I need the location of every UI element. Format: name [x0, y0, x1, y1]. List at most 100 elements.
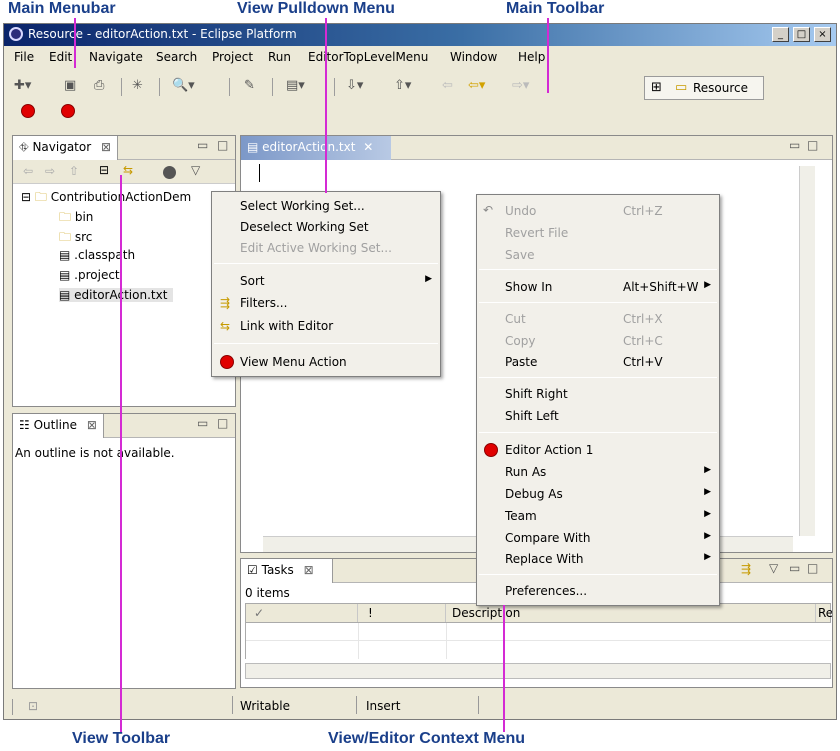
close-icon[interactable]: ⊠	[304, 563, 314, 577]
menu-item-edit-active-working-set[interactable]: Edit Active Working Set...	[212, 238, 440, 258]
open-perspective-icon[interactable]: ⊞	[651, 80, 662, 95]
filter-icon[interactable]: ⇶	[741, 562, 751, 576]
context-item-run-as[interactable]: Run As ▶	[477, 462, 719, 482]
previous-annotation-icon[interactable]: ⇧▾	[394, 78, 411, 93]
filter-icon: ⇶	[220, 296, 231, 310]
menu-window[interactable]: Window	[450, 50, 497, 64]
minimize-view-icon[interactable]: ▭	[197, 416, 208, 430]
tasks-horizontal-scrollbar[interactable]	[245, 663, 831, 679]
menu-help[interactable]: Help	[518, 50, 545, 64]
menu-item-label: Deselect Working Set	[240, 220, 369, 234]
forward-icon[interactable]: ⇨	[45, 164, 55, 178]
context-item-copy[interactable]: Copy Ctrl+C	[477, 331, 719, 351]
back-icon[interactable]: ⇦▾	[468, 78, 485, 93]
context-item-team[interactable]: Team ▶	[477, 506, 719, 526]
next-annotation-icon[interactable]: ⇩▾	[346, 78, 363, 93]
context-item-editor-action[interactable]: Editor Action 1	[477, 440, 719, 460]
context-item-preferences[interactable]: Preferences...	[477, 581, 719, 601]
forward-icon[interactable]: ⇨▾	[512, 78, 529, 93]
context-item-cut[interactable]: Cut Ctrl+X	[477, 309, 719, 329]
back-disabled-icon[interactable]: ⇦	[442, 78, 453, 93]
up-icon[interactable]: ⇧	[69, 164, 79, 178]
fast-view-icon[interactable]: ⊡	[28, 699, 38, 713]
tab-navigator[interactable]: ⛗ Navigator ⊠	[13, 136, 119, 160]
close-icon[interactable]: ✕	[363, 140, 373, 154]
collapse-all-icon[interactable]: ⊟	[99, 163, 109, 177]
status-separator	[356, 696, 357, 714]
print-icon[interactable]: ⎙	[94, 78, 104, 93]
tree-item[interactable]: 🗀 bin	[59, 208, 93, 229]
menu-item-view-menu-action[interactable]: View Menu Action	[212, 352, 440, 372]
action-red-dot-icon[interactable]	[21, 104, 35, 118]
close-button[interactable]: ×	[814, 27, 831, 42]
context-item-compare-with[interactable]: Compare With ▶	[477, 528, 719, 548]
action-red-dot-icon[interactable]	[61, 104, 75, 118]
submenu-arrow-icon: ▶	[704, 280, 711, 290]
tab-editor-action[interactable]: ▤ editorAction.txt ✕	[241, 136, 391, 160]
menu-file[interactable]: File	[14, 50, 34, 64]
menu-item-filters[interactable]: ⇶ Filters...	[212, 293, 440, 313]
context-item-shift-right[interactable]: Shift Right	[477, 384, 719, 404]
status-separator	[232, 696, 233, 714]
context-item-shift-left[interactable]: Shift Left	[477, 406, 719, 426]
close-icon[interactable]: ⊠	[101, 140, 111, 154]
link-editor-icon[interactable]: ⇆	[123, 163, 133, 177]
menu-search[interactable]: Search	[156, 50, 197, 64]
tree-item[interactable]: 🗀 src	[59, 228, 92, 249]
maximize-view-icon[interactable]: □	[217, 138, 228, 152]
tree-item[interactable]: ▤ .classpath	[59, 248, 135, 262]
maximize-button[interactable]: □	[793, 27, 810, 42]
context-item-revert-file[interactable]: Revert File	[477, 223, 719, 243]
tab-outline[interactable]: ☷ Outline ⊠	[13, 414, 104, 438]
pen-icon[interactable]: ✎	[244, 78, 255, 93]
title-bar[interactable]: Resource - editorAction.txt - Eclipse Pl…	[4, 24, 836, 46]
context-item-paste[interactable]: Paste Ctrl+V	[477, 352, 719, 372]
search-icon[interactable]: 🔍▾	[172, 78, 195, 93]
close-icon[interactable]: ⊠	[87, 418, 97, 432]
main-toolbar: ✚▾ ▣ ⎙ ✳ 🔍▾ ✎ ▤▾ ⇩▾ ⇧▾ ⇦ ⇦▾ ⇨▾ ⊞ ▭ Resou…	[4, 70, 836, 126]
menu-item-label: Run As	[505, 465, 547, 479]
minimize-view-icon[interactable]: ▭	[789, 138, 800, 152]
vertical-scrollbar[interactable]	[799, 166, 815, 536]
menu-project[interactable]: Project	[212, 50, 253, 64]
tree-item-selected[interactable]: ▤ editorAction.txt	[59, 288, 174, 302]
minimize-button[interactable]: _	[772, 27, 789, 42]
menu-separator	[214, 263, 438, 264]
view-menu-icon[interactable]: ▽	[769, 561, 778, 575]
column-completed[interactable]: ✓	[246, 604, 358, 622]
context-item-replace-with[interactable]: Replace With ▶	[477, 549, 719, 569]
menu-item-link-with-editor[interactable]: ⇆ Link with Editor	[212, 316, 440, 336]
maximize-view-icon[interactable]: □	[217, 416, 228, 430]
view-menu-icon[interactable]: ▽	[191, 163, 200, 177]
perspective-label[interactable]: Resource	[693, 81, 748, 95]
back-icon[interactable]: ⇦	[23, 164, 33, 178]
menu-separator	[479, 377, 717, 378]
menu-edit[interactable]: Edit	[49, 50, 72, 64]
menu-navigate[interactable]: Navigate	[89, 50, 143, 64]
save-icon[interactable]: ▣	[64, 78, 76, 93]
maximize-view-icon[interactable]: □	[807, 138, 818, 152]
context-item-undo[interactable]: ↶ Undo Ctrl+Z	[477, 201, 719, 221]
column-description[interactable]: Description	[446, 604, 816, 622]
minimize-view-icon[interactable]: ▭	[197, 138, 208, 152]
tree-project-node[interactable]: ⊟ 🗀 ContributionActionDem	[21, 188, 191, 209]
view-action-icon[interactable]	[163, 166, 176, 179]
column-priority[interactable]: !	[358, 604, 446, 622]
context-item-save[interactable]: Save	[477, 245, 719, 265]
menu-item-deselect-working-set[interactable]: Deselect Working Set	[212, 217, 440, 237]
column-resource[interactable]: Re	[816, 604, 832, 622]
build-icon[interactable]: ✳	[132, 78, 143, 93]
menu-item-select-working-set[interactable]: Select Working Set...	[212, 196, 440, 216]
tree-item[interactable]: ▤ .project	[59, 268, 120, 282]
maximize-view-icon[interactable]: □	[807, 561, 818, 575]
minimize-view-icon[interactable]: ▭	[789, 561, 800, 575]
open-folder-icon[interactable]: ▤▾	[286, 78, 305, 93]
tab-tasks[interactable]: ☑ Tasks ⊠	[241, 559, 333, 583]
menu-run[interactable]: Run	[268, 50, 291, 64]
collapse-toggle-icon[interactable]: ⊟	[21, 190, 31, 204]
callout-view-pulldown: View Pulldown Menu	[237, 0, 395, 17]
context-item-debug-as[interactable]: Debug As ▶	[477, 484, 719, 504]
menu-item-sort[interactable]: Sort ▶	[212, 271, 440, 291]
context-item-show-in[interactable]: Show In Alt+Shift+W ▶	[477, 277, 719, 297]
new-icon[interactable]: ✚▾	[14, 78, 31, 93]
